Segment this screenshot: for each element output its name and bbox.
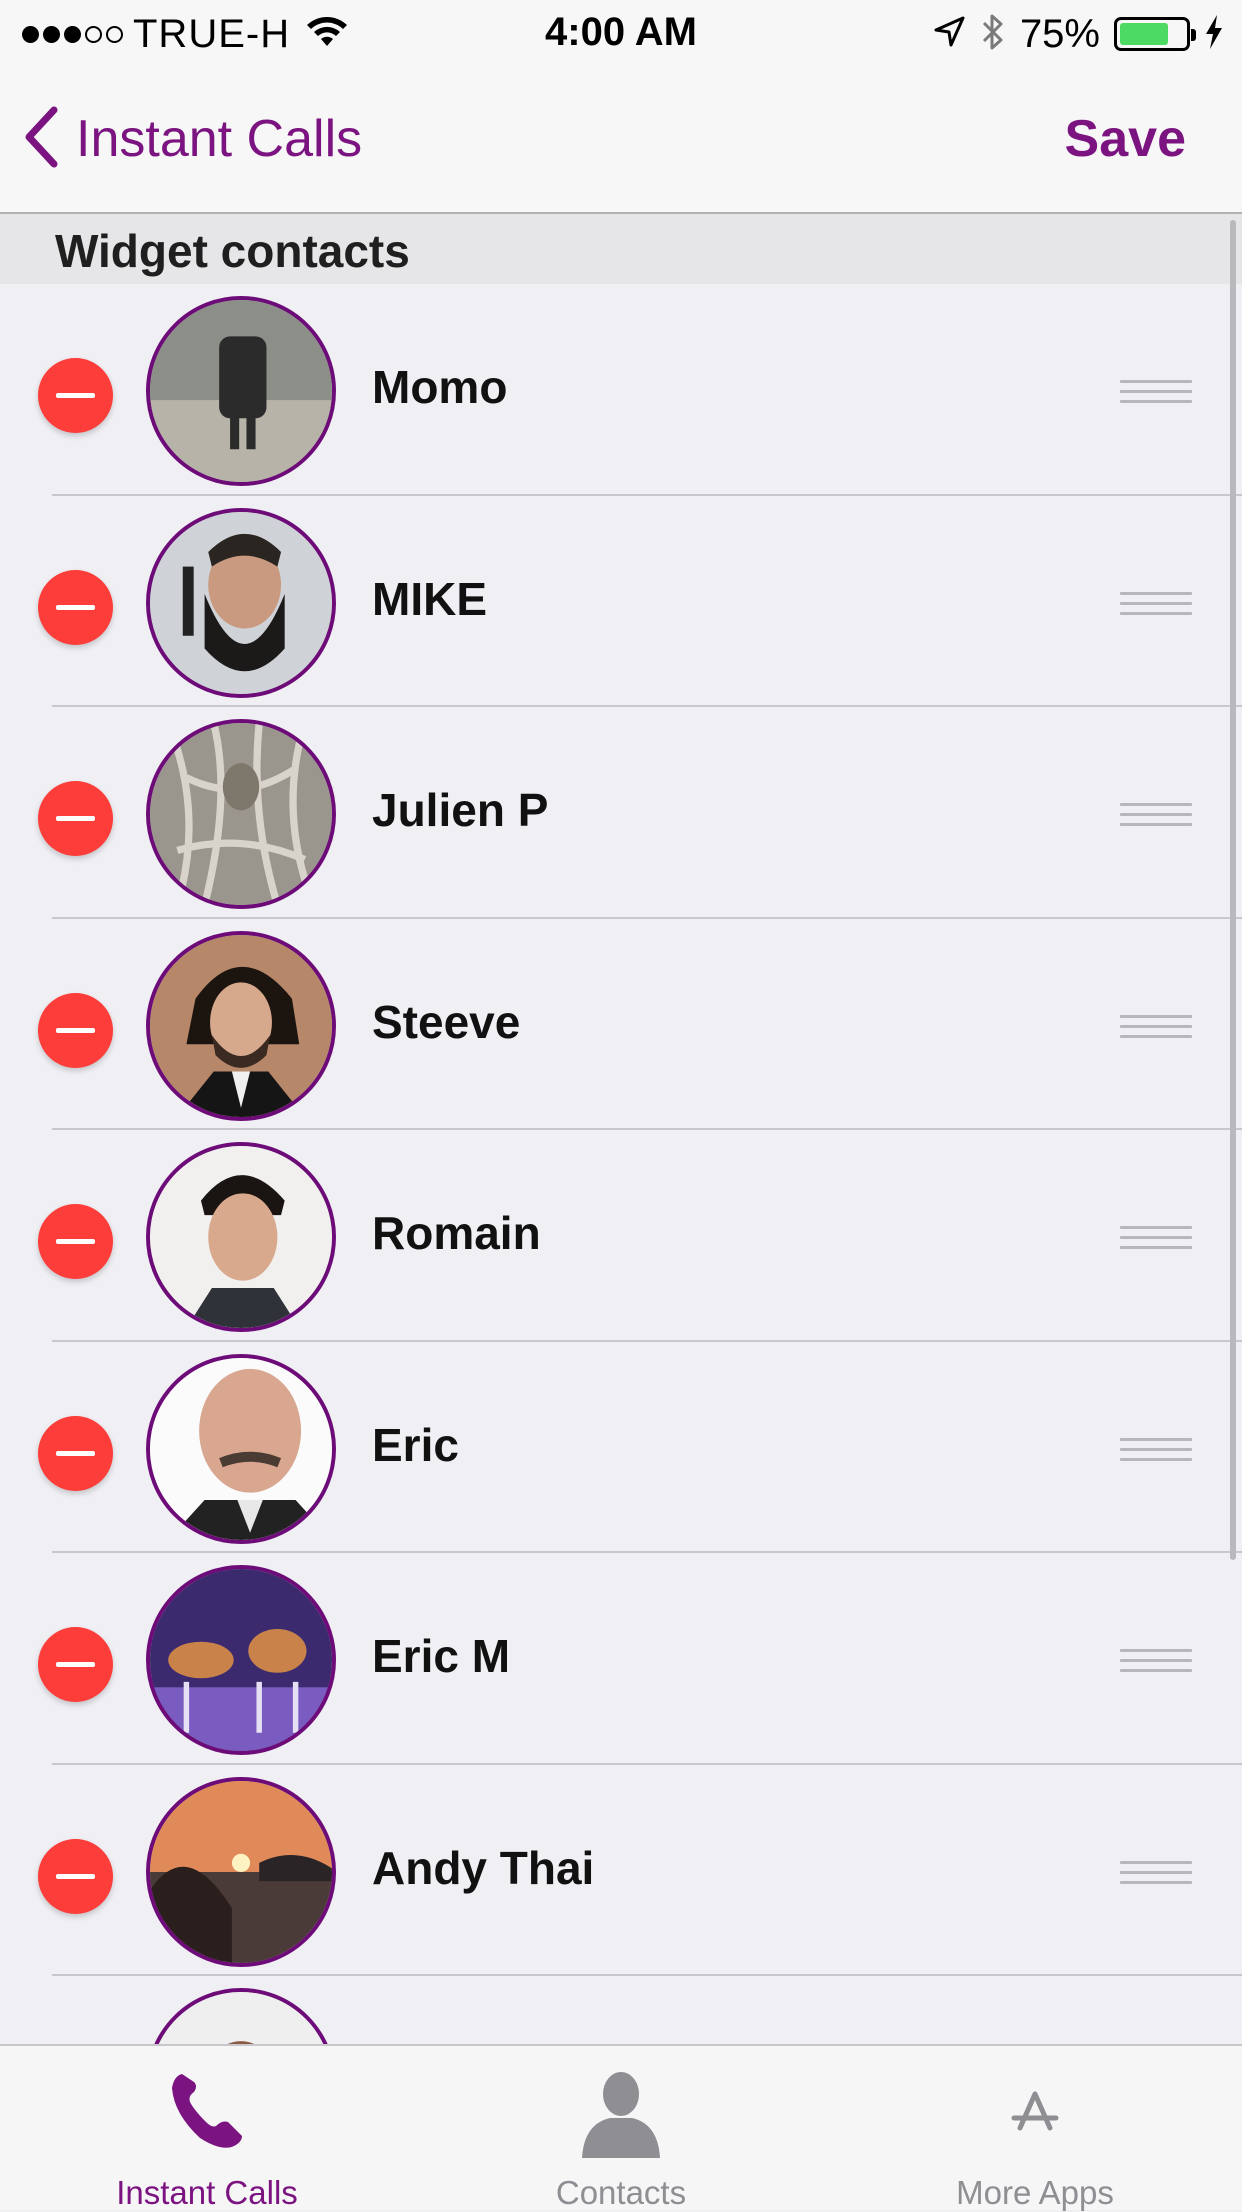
- contact-row[interactable]: Steeve: [0, 919, 1242, 1130]
- person-icon: [576, 2066, 666, 2163]
- app-store-icon: [1010, 2090, 1060, 2139]
- delete-button[interactable]: [38, 1415, 113, 1491]
- delete-button[interactable]: [38, 781, 113, 856]
- delete-button[interactable]: [38, 1204, 113, 1279]
- location-arrow-icon: [932, 15, 966, 54]
- avatar: [146, 1776, 336, 1967]
- back-button-label: Instant Calls: [76, 110, 363, 168]
- navigation-bar: Instant Calls Save: [0, 68, 1242, 214]
- avatar: [146, 719, 336, 909]
- tab-label: More Apps: [956, 2174, 1114, 2211]
- status-bar: TRUE-H 4:00 AM 75%: [0, 0, 1242, 68]
- contact-name: Romain: [372, 1207, 541, 1259]
- avatar: [146, 507, 336, 698]
- tab-label: Instant Calls: [116, 2174, 298, 2211]
- tab-contacts[interactable]: Contacts: [414, 2046, 828, 2211]
- reorder-handle-icon[interactable]: [1120, 1014, 1192, 1041]
- chevron-left-icon: [24, 106, 58, 173]
- bluetooth-icon: [980, 12, 1006, 57]
- back-button[interactable]: Instant Calls: [24, 106, 362, 172]
- contact-row[interactable]: Momo: [0, 284, 1242, 496]
- tab-bar: Instant Calls Contacts More Apps: [0, 2044, 1242, 2211]
- contact-row[interactable]: Julien P: [0, 707, 1242, 919]
- reorder-handle-icon[interactable]: [1120, 1226, 1192, 1252]
- reorder-handle-icon[interactable]: [1120, 1860, 1192, 1887]
- avatar: [146, 296, 336, 486]
- contact-row[interactable]: Romain: [0, 1130, 1242, 1342]
- contact-name: Eric M: [372, 1630, 511, 1682]
- contact-row[interactable]: Andy Thai: [0, 1765, 1242, 1976]
- contact-name: Andy Thai: [372, 1841, 595, 1894]
- delete-button[interactable]: [38, 1627, 113, 1702]
- charging-bolt-icon: [1204, 14, 1224, 55]
- battery-icon: [1114, 17, 1196, 51]
- save-button[interactable]: Save: [1065, 106, 1186, 172]
- reorder-handle-icon[interactable]: [1120, 380, 1192, 406]
- phone-icon: [162, 2066, 252, 2161]
- delete-button[interactable]: [38, 1838, 113, 1914]
- reorder-handle-icon[interactable]: [1120, 591, 1192, 618]
- contact-name: MIKE: [372, 572, 487, 625]
- contact-row[interactable]: Eric: [0, 1342, 1242, 1553]
- scrollbar[interactable]: [1230, 220, 1236, 1560]
- reorder-handle-icon[interactable]: [1120, 803, 1192, 829]
- avatar: [146, 1565, 336, 1755]
- delete-button[interactable]: [38, 992, 113, 1068]
- tab-label: Contacts: [555, 2174, 687, 2211]
- reorder-handle-icon[interactable]: [1120, 1649, 1192, 1675]
- tab-instant-calls[interactable]: Instant Calls: [0, 2046, 414, 2211]
- avatar: [146, 930, 336, 1121]
- battery-percent: 75%: [1019, 11, 1100, 56]
- delete-button[interactable]: [38, 569, 113, 645]
- contact-name: Steeve: [372, 995, 521, 1048]
- contact-row[interactable]: Eric M: [0, 1553, 1242, 1765]
- section-header: Widget contacts: [0, 214, 1242, 284]
- contact-name: Eric: [372, 1418, 459, 1471]
- contact-row[interactable]: MIKE: [0, 496, 1242, 707]
- avatar: [146, 1142, 336, 1332]
- contact-name: Julien P: [372, 784, 549, 836]
- delete-button[interactable]: [38, 358, 113, 433]
- section-title: Widget contacts: [55, 225, 410, 277]
- avatar: [146, 1353, 336, 1544]
- contact-name: Momo: [372, 361, 508, 413]
- reorder-handle-icon[interactable]: [1120, 1437, 1192, 1464]
- tab-more-apps[interactable]: More Apps: [828, 2046, 1242, 2211]
- contact-list: Momo MIKE Julien P Steeve Romain Eric Er…: [0, 284, 1242, 2188]
- status-right: 75%: [932, 10, 1224, 58]
